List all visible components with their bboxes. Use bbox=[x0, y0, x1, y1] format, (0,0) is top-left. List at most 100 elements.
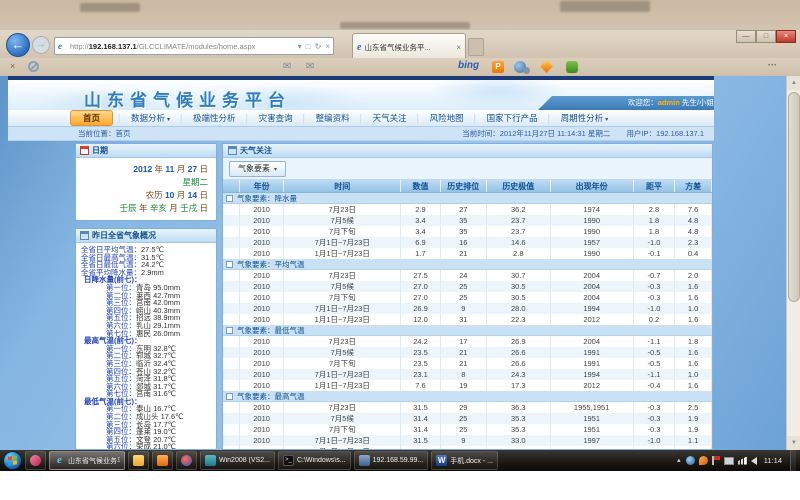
table-cell: 24 bbox=[441, 270, 487, 281]
nav-item-1[interactable]: 数据分析▾ bbox=[122, 112, 179, 124]
date-segment: 月 bbox=[174, 164, 187, 174]
send-mail-icon[interactable]: ✉ bbox=[306, 61, 314, 72]
row-checkbox-cell bbox=[223, 226, 240, 237]
element-button-label: 气象要素 bbox=[238, 164, 270, 173]
table-row[interactable]: 20107月下旬3.43523.719901.84.8 bbox=[223, 226, 712, 237]
table-cell: 1990 bbox=[551, 248, 634, 259]
browser-scrollbar[interactable]: ▲ ▼ bbox=[786, 76, 800, 450]
close-button[interactable]: × bbox=[776, 30, 796, 43]
more-options-icon[interactable]: ••• bbox=[768, 63, 777, 69]
volume-icon[interactable] bbox=[751, 457, 757, 465]
nav-item-7[interactable]: 国家下行产品 bbox=[478, 112, 547, 124]
table-row[interactable]: 20107月23日24.21726.92004-1.11.8 bbox=[223, 336, 712, 347]
table-row[interactable]: 20107月下旬23.52126.61991-0.51.6 bbox=[223, 358, 712, 369]
table-row[interactable]: 20107月5候23.52126.61991-0.51.6 bbox=[223, 347, 712, 358]
nav-item-0[interactable]: 首页 bbox=[70, 110, 113, 126]
search-dropdown-icon[interactable]: ▾ bbox=[298, 42, 302, 51]
table-group-row[interactable]: 气象要素：最低气温 bbox=[223, 325, 712, 336]
table-row[interactable]: 20107月1日~7月23日23.1824.31994-1.11.0 bbox=[223, 369, 712, 380]
nav-item-3[interactable]: 灾害查询 bbox=[250, 112, 302, 124]
minimize-button[interactable]: — bbox=[736, 30, 756, 43]
toolbar-close-icon[interactable]: × bbox=[10, 61, 15, 71]
taskbar-button-ie[interactable]: e山东省气候业务平... bbox=[49, 451, 125, 470]
table-row[interactable]: 20107月1日~7月23日26.9928.01994-1.01.0 bbox=[223, 303, 712, 314]
browser-tab[interactable]: e 山东省气候业务平... × bbox=[352, 33, 466, 60]
community-icon[interactable] bbox=[566, 61, 578, 73]
taskbar-button-pink[interactable] bbox=[25, 451, 46, 470]
tab-close-icon[interactable]: × bbox=[456, 43, 461, 52]
table-row[interactable]: 20107月23日31.52936.31955,1951-0.32.5 bbox=[223, 402, 712, 413]
taskbar-button-orange[interactable] bbox=[152, 451, 173, 470]
tray-globe-icon[interactable] bbox=[686, 456, 695, 465]
taskbar-button-cmd[interactable]: >_C:\Windows\s... bbox=[278, 451, 351, 470]
taskbar-button-vm[interactable]: Win2008 (VS2... bbox=[200, 451, 275, 470]
table-cell: -0.4 bbox=[634, 380, 676, 391]
refresh-icon[interactable]: ↻ bbox=[315, 42, 322, 51]
taskbar-clock[interactable]: 11:14 bbox=[764, 456, 782, 465]
checkbox[interactable] bbox=[226, 195, 233, 202]
back-button[interactable]: ← bbox=[6, 33, 30, 57]
toolbar-app-icon[interactable]: P bbox=[492, 61, 504, 73]
maximize-button[interactable]: □ bbox=[756, 30, 776, 43]
taskbar-button-media[interactable] bbox=[176, 451, 197, 470]
table-cell: 17 bbox=[441, 336, 487, 347]
nav-item-5[interactable]: 天气关注 bbox=[364, 112, 416, 124]
table-row[interactable]: 20107月5候3.43523.719901.84.8 bbox=[223, 215, 712, 226]
element-dropdown-button[interactable]: 气象要素▾ bbox=[229, 161, 286, 177]
start-button[interactable] bbox=[3, 451, 22, 470]
input-method-icon[interactable] bbox=[699, 456, 708, 465]
table-row[interactable]: 20101月1日~7月23日1.7212.81990-0.10.4 bbox=[223, 248, 712, 259]
row-checkbox-cell bbox=[223, 347, 240, 358]
checkbox[interactable] bbox=[226, 327, 233, 334]
table-group-row[interactable]: 气象要素：降水量 bbox=[223, 193, 712, 204]
taskbar-button-word[interactable]: W手机.docx - ... bbox=[431, 451, 498, 470]
table-group-row[interactable]: 气象要素：最高气温 bbox=[223, 391, 712, 402]
messenger-icon[interactable] bbox=[514, 61, 526, 73]
table-group-row[interactable]: 气象要素：平均气温 bbox=[223, 259, 712, 270]
nav-item-4[interactable]: 整编资料 bbox=[307, 112, 359, 124]
compatibility-icon[interactable]: □ bbox=[306, 42, 311, 51]
bing-logo[interactable]: bing bbox=[458, 60, 479, 71]
checkbox[interactable] bbox=[226, 393, 233, 400]
sparkle-icon[interactable] bbox=[540, 60, 553, 73]
table-row[interactable]: 20107月23日2.92736.219742.87.6 bbox=[223, 204, 712, 215]
url-text[interactable]: http://192.168.137.1/GLCCLIMATE/modules/… bbox=[70, 42, 294, 51]
new-tab-button[interactable] bbox=[468, 38, 484, 56]
taskbar-button-rdp[interactable]: 192.168.59.99... bbox=[354, 451, 429, 470]
hidden-icons-arrow[interactable]: ▲ bbox=[676, 458, 682, 464]
display-icon[interactable] bbox=[724, 457, 734, 465]
forward-button[interactable]: → bbox=[32, 36, 50, 54]
table-row[interactable]: 20101月1日~7月23日12.03122.320120.21.6 bbox=[223, 314, 712, 325]
group-title: 气象要素：降水量 bbox=[237, 193, 297, 204]
table-cell: 27.0 bbox=[401, 292, 440, 303]
table-row[interactable]: 20107月下旬31.42535.31951-0.31.9 bbox=[223, 424, 712, 435]
table-cell: 1.8 bbox=[675, 336, 712, 347]
table-row[interactable]: 20107月5候31.42535.31951-0.31.9 bbox=[223, 413, 712, 424]
nav-item-6[interactable]: 风险地图 bbox=[421, 112, 473, 124]
scroll-up-icon[interactable]: ▲ bbox=[787, 76, 800, 90]
scrollbar-thumb[interactable] bbox=[788, 92, 800, 302]
network-icon[interactable] bbox=[738, 457, 747, 465]
table-row[interactable]: 20107月1日~7月23日6.91614.61957-1.02.3 bbox=[223, 237, 712, 248]
taskbar-button-folder[interactable] bbox=[128, 451, 149, 470]
table-row[interactable]: 20107月下旬27.02530.52004-0.31.6 bbox=[223, 292, 712, 303]
table-row[interactable]: 20107月1日~7月23日31.5933.01997-1.01.1 bbox=[223, 435, 712, 446]
scroll-down-icon[interactable]: ▼ bbox=[787, 436, 800, 450]
checkbox[interactable] bbox=[226, 261, 233, 268]
table-cell: 7月5候 bbox=[284, 413, 401, 424]
nav-item-8[interactable]: 周期性分析▾ bbox=[552, 112, 618, 124]
action-center-flag-icon[interactable] bbox=[712, 456, 720, 465]
stop-icon[interactable]: × bbox=[325, 42, 330, 51]
table-cell: 2004 bbox=[551, 270, 634, 281]
table-cell: 1994 bbox=[551, 303, 634, 314]
show-desktop-button[interactable] bbox=[790, 450, 796, 471]
table-cell: 1.9 bbox=[675, 413, 712, 424]
nav-item-2[interactable]: 极端性分析 bbox=[184, 112, 245, 124]
table-row[interactable]: 20107月5候27.02530.52004-0.31.6 bbox=[223, 281, 712, 292]
date-segment: 壬辰 bbox=[120, 203, 137, 213]
mail-icon[interactable]: ✉ bbox=[283, 61, 291, 72]
address-bar[interactable]: e http://192.168.137.1/GLCCLIMATE/module… bbox=[54, 37, 334, 55]
table-row[interactable]: 20101月1日~7月23日7.61917.32012-0.41.6 bbox=[223, 380, 712, 391]
table-row[interactable]: 20107月23日27.52430.72004-0.72.0 bbox=[223, 270, 712, 281]
table-cell: 7月1日~7月23日 bbox=[284, 237, 401, 248]
